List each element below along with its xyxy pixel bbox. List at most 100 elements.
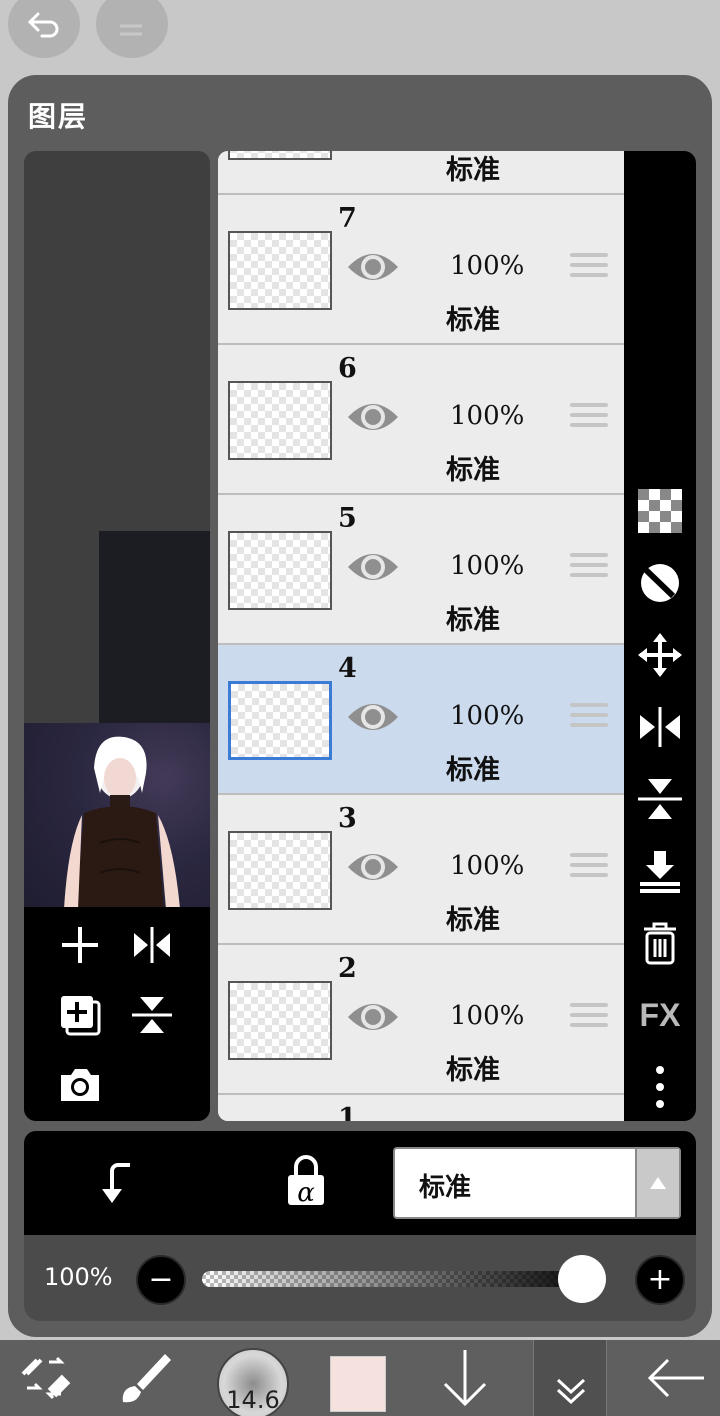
app-root: { "panel": { "title": "图层" }, "layers": … [0,0,720,1416]
layer-thumbnail[interactable] [228,531,332,610]
layer-opacity: 100% [450,701,525,731]
preview-dark-area [99,531,210,731]
add-layer-icon [62,927,98,963]
layer-row[interactable]: 3 100% 标准 [218,795,624,945]
layer-row[interactable]: 4 100% 标准 [218,645,624,795]
brush-button[interactable] [110,1340,180,1416]
opacity-increase-button[interactable]: + [635,1255,685,1305]
drag-handle-icon[interactable] [570,703,608,733]
color-swatch[interactable] [330,1356,386,1412]
layer-number: 6 [338,353,357,384]
layer-blend-mode: 标准 [446,455,500,486]
flip-canvas-vertical-button[interactable] [124,987,180,1043]
layer-thumbnail[interactable] [228,381,332,460]
transparency-button[interactable] [634,485,686,537]
opacity-slider[interactable] [202,1271,602,1287]
opacity-bar: 100% − + [24,1235,696,1321]
collapse-button[interactable] [533,1340,607,1416]
layer-number: 5 [338,503,357,534]
clipping-icon [102,1163,130,1203]
flip-vertical-icon [638,779,682,819]
layer-list[interactable]: 标准 7 100% 标准 6 100% 标准 5 100% 标准 4 100% 标准 3 100% 标准 2 10… [218,151,624,1121]
flip-vertical-icon [132,997,172,1033]
layer-blend-mode: 标准 [446,905,500,936]
layer-thumbnail[interactable] [228,231,332,310]
camera-icon [61,1069,99,1101]
eye-icon[interactable] [346,697,400,741]
character-preview-image [24,723,210,909]
flip-horizontal-icon [640,707,680,747]
drag-handle-icon[interactable] [570,853,608,883]
tool-switch-button[interactable] [10,1340,80,1416]
drag-handle-icon[interactable] [570,253,608,283]
layer-number: 2 [338,953,357,984]
minus-icon: − [148,1262,174,1297]
back-arrow-icon [647,1358,704,1398]
merge-down-button[interactable] [634,845,686,897]
more-options-button[interactable] [634,1061,686,1113]
move-button[interactable] [634,629,686,681]
flip-layer-horizontal-button[interactable] [634,701,686,753]
drag-handle-icon[interactable] [570,403,608,433]
back-button[interactable] [636,1340,716,1416]
alpha-lock-icon: α [288,1155,324,1208]
fx-button[interactable]: FX [634,989,686,1041]
layer-opacity: 100% [450,401,525,431]
invert-button[interactable] [634,557,686,609]
opacity-slider-thumb[interactable] [558,1255,606,1303]
svg-text:α: α [297,1178,315,1208]
layer-number: 7 [338,203,357,234]
drag-handle-icon[interactable] [570,1003,608,1033]
flip-canvas-horizontal-button[interactable] [124,917,180,973]
undo-button[interactable] [8,0,80,58]
layer-blend-mode: 标准 [446,1055,500,1086]
opacity-decrease-button[interactable]: − [136,1255,186,1305]
alpha-lock-button[interactable]: α [280,1153,332,1213]
canvas-preview [24,151,210,1121]
redo-button[interactable] [96,0,168,58]
invert-icon [641,564,679,602]
layer-thumbnail[interactable] [228,981,332,1060]
brush-icon [122,1354,171,1403]
layer-row[interactable]: 2 100% 标准 [218,945,624,1095]
layers-panel: 图层 标准 7 100% 标准 6 100% 标准 5 100% 标准 4 10… [8,75,712,1337]
blend-mode-select[interactable]: 标准 [393,1147,681,1219]
eye-icon[interactable] [346,547,400,591]
layer-opacity: 100% [450,551,525,581]
layer-row[interactable]: 6 100% 标准 [218,345,624,495]
add-layer-button[interactable] [52,917,108,973]
flip-horizontal-icon [134,927,170,963]
fx-icon: FX [639,996,681,1033]
drag-handle-icon[interactable] [570,553,608,583]
bottom-toolbar: 14.6 [0,1340,720,1416]
layer-row[interactable]: 标准 [218,151,624,195]
layer-row[interactable]: 5 100% 标准 [218,495,624,645]
layer-blend-mode: 标准 [446,305,500,336]
layer-number: 3 [338,803,357,834]
undo-icon [27,12,59,38]
move-icon [638,633,682,677]
panel-title: 图层 [28,100,89,133]
layer-blend-mode: 标准 [446,605,500,636]
brush-size-indicator[interactable]: 14.6 [217,1348,289,1416]
layer-tools-toolbar: FX [624,151,696,1121]
import-photo-button[interactable] [52,1057,108,1113]
trash-icon [644,922,676,965]
layer-down-button[interactable] [430,1340,500,1416]
blend-mode-bar: α 标准 [24,1131,696,1235]
layer-thumbnail[interactable] [228,151,332,160]
delete-layer-button[interactable] [634,917,686,969]
layer-row[interactable]: 1 [218,1095,624,1121]
opacity-label: 100% [44,1263,113,1291]
layer-thumbnail[interactable] [228,681,332,760]
flip-layer-vertical-button[interactable] [634,773,686,825]
eye-icon[interactable] [346,997,400,1041]
layer-row[interactable]: 7 100% 标准 [218,195,624,345]
duplicate-layer-button[interactable] [52,987,108,1043]
transparency-grid-icon [638,489,682,533]
eye-icon[interactable] [346,247,400,291]
eye-icon[interactable] [346,847,400,891]
clipping-button[interactable] [94,1157,146,1209]
layer-thumbnail[interactable] [228,831,332,910]
eye-icon[interactable] [346,397,400,441]
